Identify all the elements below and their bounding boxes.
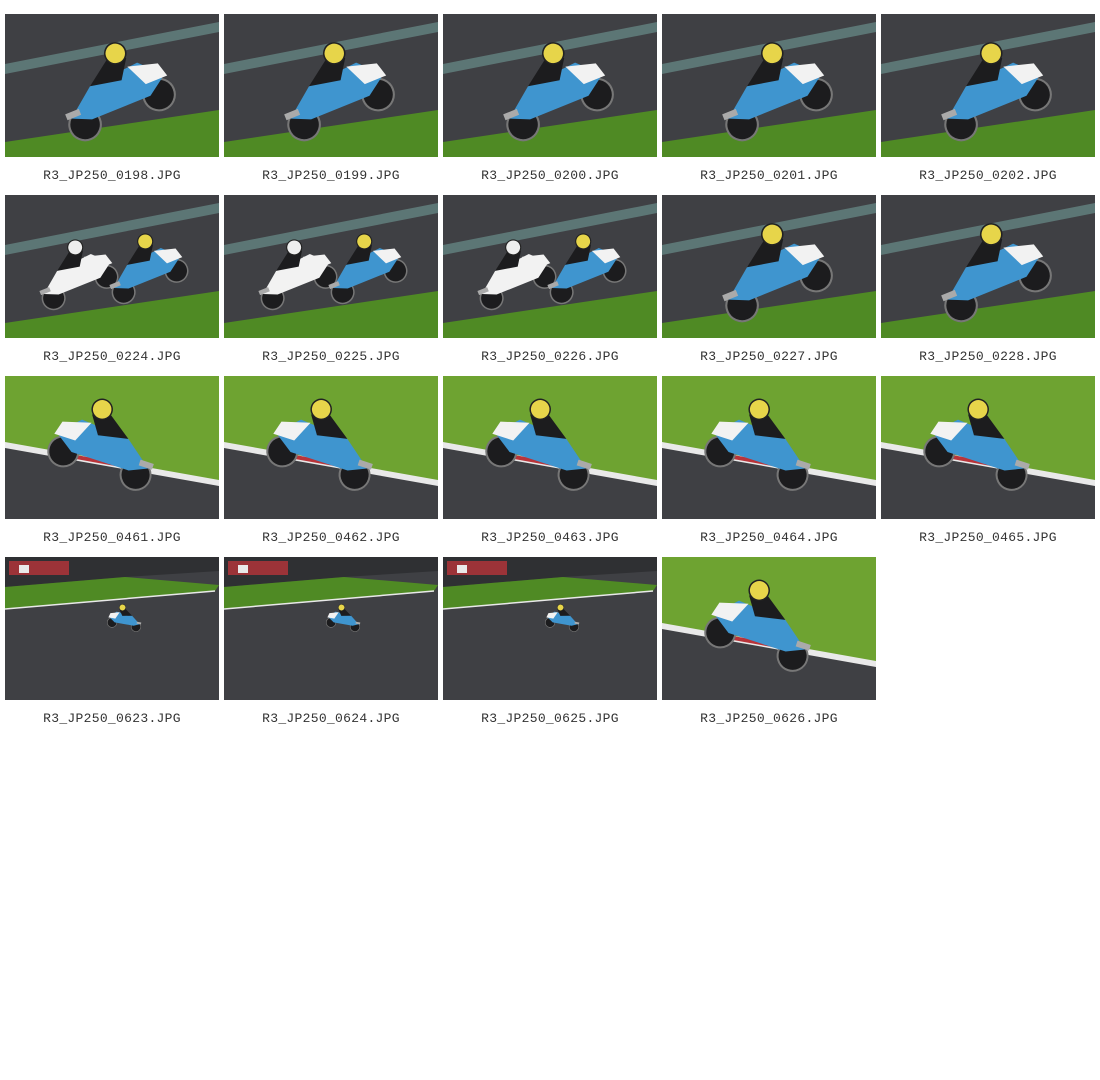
thumbnail-image[interactable] xyxy=(881,14,1095,157)
photo-illustration xyxy=(443,195,657,338)
thumbnail-filename[interactable]: R3_JP250_0200.JPG xyxy=(443,157,657,195)
thumbnail-cell[interactable]: R3_JP250_0623.JPG xyxy=(5,557,219,738)
thumbnail-filename[interactable]: R3_JP250_0624.JPG xyxy=(224,700,438,738)
thumbnail-cell[interactable]: R3_JP250_0624.JPG xyxy=(224,557,438,738)
thumbnail-image[interactable] xyxy=(662,14,876,157)
thumbnail-image[interactable] xyxy=(5,376,219,519)
thumbnail-cell[interactable]: R3_JP250_0198.JPG xyxy=(5,14,219,195)
thumbnail-filename[interactable]: R3_JP250_0463.JPG xyxy=(443,519,657,557)
photo-illustration xyxy=(443,376,657,519)
thumbnail-cell[interactable]: R3_JP250_0228.JPG xyxy=(881,195,1095,376)
photo-illustration xyxy=(5,195,219,338)
photo-illustration xyxy=(881,195,1095,338)
thumbnail-cell[interactable]: R3_JP250_0200.JPG xyxy=(443,14,657,195)
thumbnail-filename[interactable]: R3_JP250_0462.JPG xyxy=(224,519,438,557)
thumbnail-filename[interactable]: R3_JP250_0201.JPG xyxy=(662,157,876,195)
thumbnail-filename[interactable]: R3_JP250_0224.JPG xyxy=(5,338,219,376)
photo-illustration xyxy=(224,557,438,700)
thumbnail-cell[interactable]: R3_JP250_0625.JPG xyxy=(443,557,657,738)
thumbnail-cell[interactable]: R3_JP250_0227.JPG xyxy=(662,195,876,376)
thumbnail-filename[interactable]: R3_JP250_0461.JPG xyxy=(5,519,219,557)
thumbnail-image[interactable] xyxy=(224,14,438,157)
thumbnail-image[interactable] xyxy=(881,195,1095,338)
thumbnail-image[interactable] xyxy=(5,195,219,338)
photo-illustration xyxy=(224,14,438,157)
thumbnail-cell[interactable]: R3_JP250_0626.JPG xyxy=(662,557,876,738)
thumbnail-cell[interactable]: R3_JP250_0199.JPG xyxy=(224,14,438,195)
thumbnail-image[interactable] xyxy=(443,195,657,338)
thumbnail-image[interactable] xyxy=(224,195,438,338)
thumbnail-filename[interactable]: R3_JP250_0626.JPG xyxy=(662,700,876,738)
thumbnail-image[interactable] xyxy=(224,376,438,519)
photo-illustration xyxy=(224,195,438,338)
thumbnail-filename[interactable]: R3_JP250_0623.JPG xyxy=(5,700,219,738)
thumbnail-image[interactable] xyxy=(662,376,876,519)
thumbnail-filename[interactable]: R3_JP250_0225.JPG xyxy=(224,338,438,376)
thumbnail-cell[interactable]: R3_JP250_0463.JPG xyxy=(443,376,657,557)
thumbnail-cell[interactable]: R3_JP250_0461.JPG xyxy=(5,376,219,557)
photo-illustration xyxy=(662,376,876,519)
photo-illustration xyxy=(443,14,657,157)
thumbnail-cell[interactable]: R3_JP250_0226.JPG xyxy=(443,195,657,376)
thumbnail-filename[interactable]: R3_JP250_0464.JPG xyxy=(662,519,876,557)
photo-illustration xyxy=(881,14,1095,157)
thumbnail-filename[interactable]: R3_JP250_0202.JPG xyxy=(881,157,1095,195)
thumbnail-cell[interactable]: R3_JP250_0462.JPG xyxy=(224,376,438,557)
thumbnail-cell[interactable]: R3_JP250_0464.JPG xyxy=(662,376,876,557)
photo-illustration xyxy=(662,195,876,338)
photo-illustration xyxy=(224,376,438,519)
thumbnail-filename[interactable]: R3_JP250_0465.JPG xyxy=(881,519,1095,557)
photo-illustration xyxy=(5,14,219,157)
thumbnail-filename[interactable]: R3_JP250_0226.JPG xyxy=(443,338,657,376)
thumbnail-cell[interactable]: R3_JP250_0201.JPG xyxy=(662,14,876,195)
thumbnail-filename[interactable]: R3_JP250_0199.JPG xyxy=(224,157,438,195)
thumbnail-cell[interactable]: R3_JP250_0225.JPG xyxy=(224,195,438,376)
thumbnail-image[interactable] xyxy=(443,557,657,700)
photo-illustration xyxy=(881,376,1095,519)
thumbnail-cell[interactable]: R3_JP250_0465.JPG xyxy=(881,376,1095,557)
thumbnail-cell[interactable]: R3_JP250_0224.JPG xyxy=(5,195,219,376)
photo-illustration xyxy=(662,14,876,157)
thumbnail-gallery: R3_JP250_0198.JPG R3_JP250_0199.JPG R3_J… xyxy=(5,14,1095,738)
thumbnail-image[interactable] xyxy=(5,14,219,157)
thumbnail-cell[interactable]: R3_JP250_0202.JPG xyxy=(881,14,1095,195)
thumbnail-image[interactable] xyxy=(881,376,1095,519)
photo-illustration xyxy=(443,557,657,700)
thumbnail-image[interactable] xyxy=(662,557,876,700)
thumbnail-image[interactable] xyxy=(5,557,219,700)
photo-illustration xyxy=(662,557,876,700)
photo-illustration xyxy=(5,557,219,700)
thumbnail-filename[interactable]: R3_JP250_0198.JPG xyxy=(5,157,219,195)
thumbnail-image[interactable] xyxy=(443,14,657,157)
thumbnail-image[interactable] xyxy=(224,557,438,700)
thumbnail-image[interactable] xyxy=(662,195,876,338)
thumbnail-filename[interactable]: R3_JP250_0228.JPG xyxy=(881,338,1095,376)
thumbnail-filename[interactable]: R3_JP250_0625.JPG xyxy=(443,700,657,738)
thumbnail-filename[interactable]: R3_JP250_0227.JPG xyxy=(662,338,876,376)
photo-illustration xyxy=(5,376,219,519)
thumbnail-image[interactable] xyxy=(443,376,657,519)
